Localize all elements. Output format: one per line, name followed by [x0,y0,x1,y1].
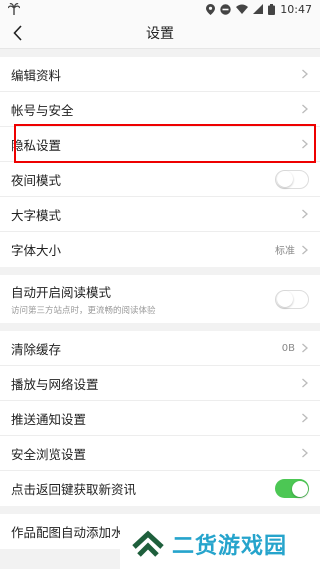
settings-section-reading: 自动开启阅读模式 访问第三方站点时，更流畅的阅读体验 [0,275,320,323]
watermark-text: 二货游戏园 [172,533,288,559]
nav-bar: 设置 [0,18,320,49]
row-edit-profile[interactable]: 编辑资料 [0,57,320,92]
status-bar: 10:47 [0,0,320,18]
row-description: 访问第三方站点时，更流畅的阅读体验 [11,306,156,316]
row-playback-network[interactable]: 播放与网络设置 [0,366,320,401]
settings-section-general: 编辑资料 帐号与安全 隐私设置 夜间模式 大字模式 字体大小 标准 [0,57,320,267]
row-clear-cache[interactable]: 清除缓存 0B [0,331,320,366]
row-large-font-mode[interactable]: 大字模式 [0,197,320,232]
row-label: 点击返回键获取新资讯 [11,482,137,497]
back-button[interactable] [6,18,30,48]
row-account-security[interactable]: 帐号与安全 [0,92,320,127]
chevron-right-icon [302,413,308,423]
settings-section-system: 清除缓存 0B 播放与网络设置 推送通知设置 安全浏览设置 点击返回键获取新资讯 [0,331,320,506]
row-privacy-settings[interactable]: 隐私设置 [0,127,320,162]
row-label: 安全浏览设置 [11,446,87,462]
page-title: 设置 [146,26,174,42]
font-size-value: 标准 [275,246,295,257]
chevron-right-icon [302,139,308,149]
row-label: 自动开启阅读模式 [11,285,112,300]
wifi-icon [236,4,249,14]
cache-size-value: 0B [281,342,295,354]
row-label: 作品配图自动添加水印 [11,525,137,540]
row-label: 隐私设置 [11,137,62,153]
row-label: 夜间模式 [11,172,62,188]
row-label: 大字模式 [11,207,62,223]
dnd-icon [220,3,231,15]
battery-icon [268,3,276,15]
row-auto-reading-mode: 自动开启阅读模式 访问第三方站点时，更流畅的阅读体验 [0,275,320,323]
watermark-logo: 二货游戏园 [120,518,320,569]
row-night-mode: 夜间模式 [0,162,320,197]
auto-reading-mode-toggle[interactable] [275,289,309,309]
row-label: 清除缓存 [11,341,62,357]
row-font-size[interactable]: 字体大小 标准 [0,232,320,267]
location-icon [206,3,216,15]
row-label: 编辑资料 [11,67,62,83]
chevron-right-icon [302,104,308,114]
row-safe-browsing[interactable]: 安全浏览设置 [0,436,320,471]
row-back-refresh: 点击返回键获取新资讯 [0,471,320,506]
row-label: 播放与网络设置 [11,376,99,392]
row-push-notifications[interactable]: 推送通知设置 [0,401,320,436]
chevron-logo-icon [132,530,164,557]
back-arrow-icon [13,25,22,41]
chevron-right-icon [302,209,308,219]
row-label: 推送通知设置 [11,411,87,427]
row-label: 帐号与安全 [11,102,74,118]
status-time: 10:47 [280,2,312,16]
chevron-right-icon [302,245,308,254]
signal-icon [253,4,264,14]
palm-tree-icon [8,3,20,15]
chevron-right-icon [302,378,308,388]
night-mode-toggle[interactable] [275,169,309,189]
chevron-right-icon [302,448,308,458]
chevron-right-icon [302,343,308,353]
chevron-right-icon [302,69,308,79]
back-refresh-toggle[interactable] [275,479,309,498]
row-label: 字体大小 [11,243,62,258]
